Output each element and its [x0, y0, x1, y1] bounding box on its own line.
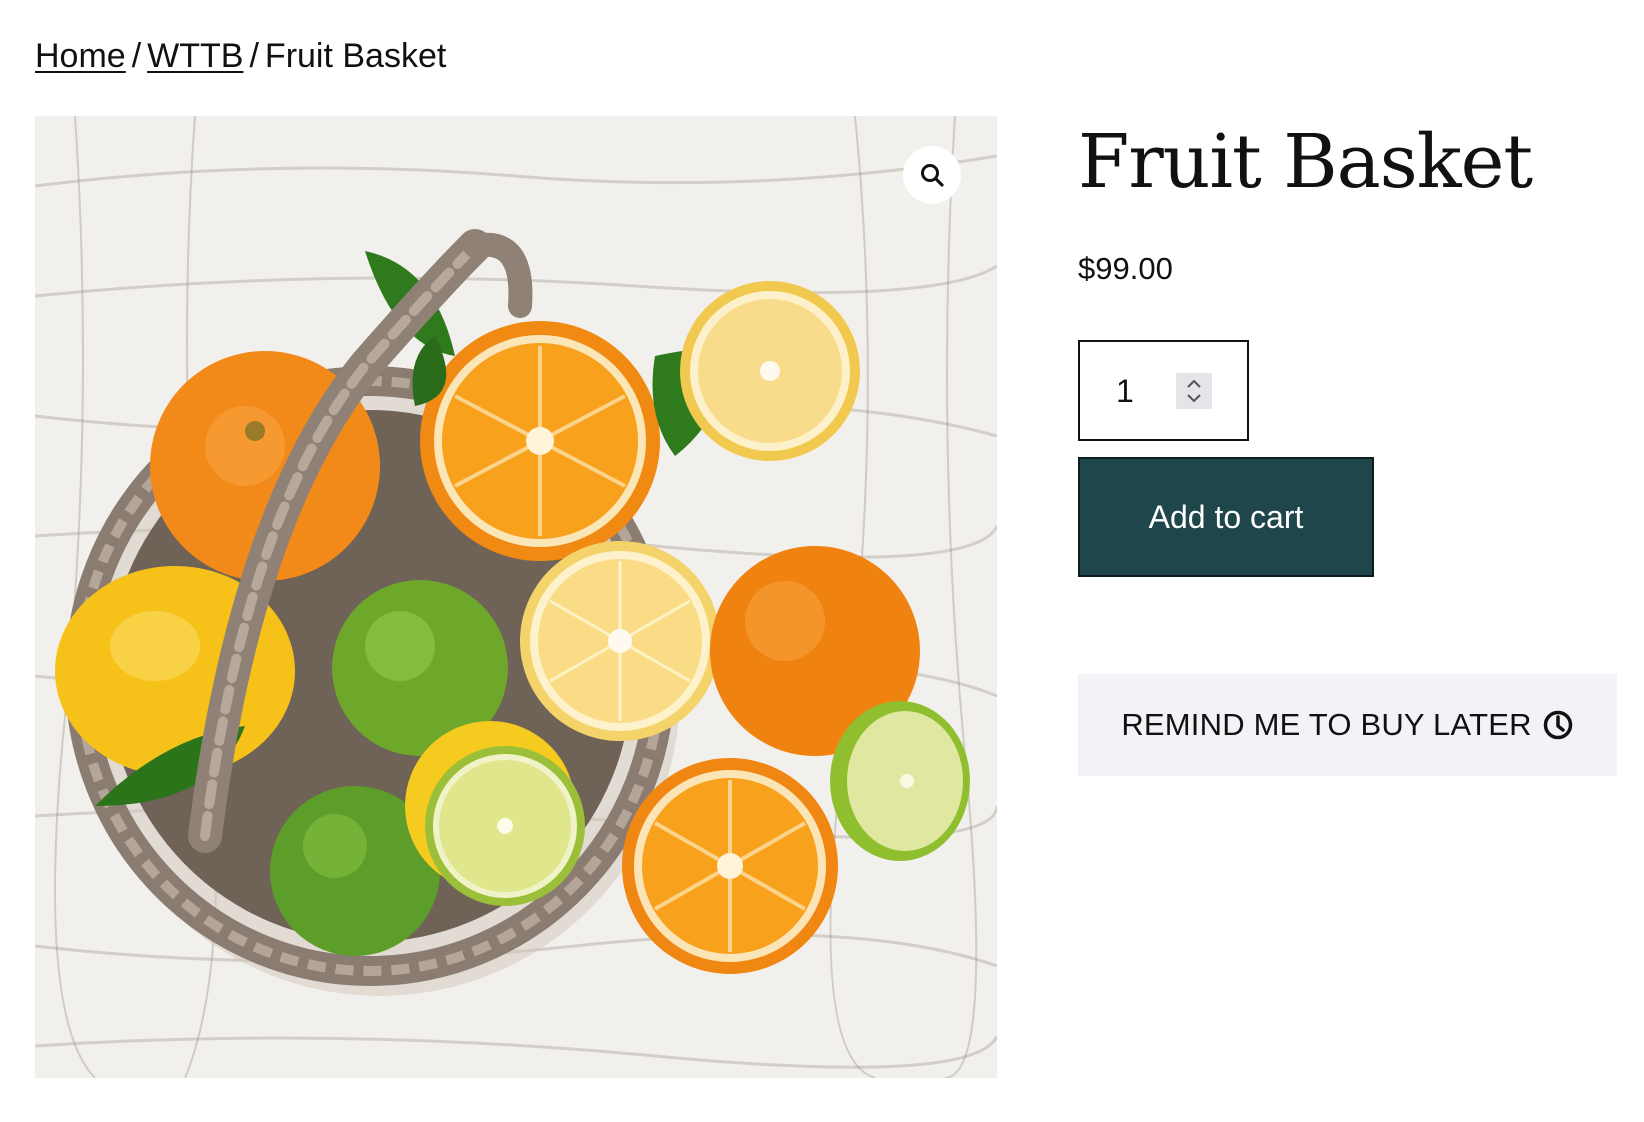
- remind-me-button[interactable]: REMIND ME TO BUY LATER: [1078, 674, 1617, 776]
- fruit-basket-illustration: [35, 116, 997, 1078]
- add-to-cart-button[interactable]: Add to cart: [1078, 457, 1374, 577]
- quantity-spinner[interactable]: [1176, 373, 1212, 409]
- product-title: Fruit Basket: [1078, 119, 1533, 205]
- product-price: $99.00: [1078, 251, 1173, 286]
- product-page: Home / WTTB / Fruit Basket Fruit Basket …: [0, 0, 1644, 1122]
- breadcrumb-category-link[interactable]: WTTB: [147, 37, 243, 75]
- zoom-button[interactable]: [903, 146, 961, 204]
- breadcrumb-separator: /: [249, 37, 259, 75]
- remind-me-label: REMIND ME TO BUY LATER: [1121, 707, 1532, 742]
- breadcrumb: Home / WTTB / Fruit Basket: [35, 34, 446, 78]
- product-image[interactable]: [35, 116, 997, 1078]
- chevron-up-down-icon: [1187, 379, 1201, 403]
- breadcrumb-current: Fruit Basket: [264, 37, 447, 75]
- search-icon: [921, 164, 944, 187]
- clock-icon: [1543, 710, 1572, 740]
- quantity-input[interactable]: 1: [1116, 372, 1134, 410]
- product-summary: Fruit Basket $99.00 1 Add to cart REMIND…: [1078, 116, 1618, 776]
- breadcrumb-home-link[interactable]: Home: [35, 37, 126, 75]
- quantity-stepper[interactable]: 1: [1078, 340, 1249, 441]
- breadcrumb-separator: /: [131, 37, 142, 75]
